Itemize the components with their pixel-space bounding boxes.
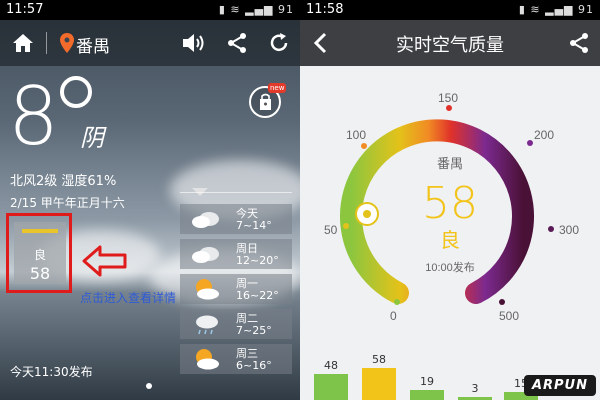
detail-hint-link[interactable]: 点击进入查看详情 bbox=[80, 289, 176, 306]
forecast-row[interactable]: 周日 12~20° bbox=[180, 239, 292, 269]
aqi-value: 58 bbox=[29, 264, 51, 283]
partly-sunny-icon bbox=[196, 349, 219, 370]
aqi-card[interactable]: 良 58 bbox=[6, 213, 72, 293]
tick-label: 100 bbox=[346, 128, 366, 142]
aqi-gauge: 0 50 100 150 200 300 500 番禺 58 良 10:00发布 bbox=[324, 91, 579, 323]
page-title: 实时空气质量 bbox=[396, 35, 504, 56]
toolbar: 实时空气质量 bbox=[300, 20, 600, 66]
history-bar-label: 58 bbox=[372, 353, 386, 367]
cloudy-icon bbox=[192, 247, 219, 263]
gauge-published: 10:00发布 bbox=[425, 260, 475, 274]
history-bar[interactable] bbox=[314, 373, 348, 400]
status-bar: 11:58 ▮ ≋ ▂▄▆ 91 bbox=[300, 0, 600, 20]
tick-label: 50 bbox=[324, 223, 338, 237]
date-lunar: 2/15 甲午年正月十六 bbox=[10, 196, 125, 210]
toolbar: 番禺 bbox=[0, 20, 300, 66]
aqi-level-bar bbox=[22, 229, 58, 233]
share-icon[interactable] bbox=[566, 30, 592, 56]
status-bar: 11:57 ▮ ≋ ▂▄▆ 91 bbox=[0, 0, 300, 20]
tick-dot bbox=[527, 140, 533, 146]
forecast-row[interactable]: 周三 6~16° bbox=[180, 344, 292, 374]
status-icons: ▮ ≋ ▂▄▆ 91 bbox=[518, 3, 594, 16]
forecast-divider bbox=[180, 192, 292, 193]
tick-label: 500 bbox=[499, 309, 519, 323]
forecast-range: 6~16° bbox=[236, 359, 272, 372]
watermark-logo: ARPUN bbox=[523, 375, 596, 396]
new-badge: new bbox=[268, 83, 287, 93]
history-bar-label: 3 bbox=[471, 382, 479, 395]
weather-condition: 阴 bbox=[80, 124, 104, 152]
forecast-range: 7~25° bbox=[236, 324, 272, 337]
battery-level: 91 bbox=[578, 3, 594, 16]
temperature: 8 bbox=[8, 70, 59, 163]
aqi-level: 良 bbox=[33, 248, 46, 262]
arrow-left-icon bbox=[82, 245, 127, 277]
aqi-card-inner: 良 58 bbox=[14, 222, 66, 284]
forecast-row[interactable]: 今天 7~14° bbox=[180, 204, 292, 234]
tick-label: 150 bbox=[438, 91, 458, 105]
status-time: 11:57 bbox=[6, 2, 44, 17]
forecast-range: 7~14° bbox=[236, 219, 272, 232]
history-bar-label: 19 bbox=[420, 374, 434, 388]
history-bar[interactable] bbox=[410, 389, 444, 400]
tick-dot bbox=[446, 105, 452, 111]
status-icons: ▮ ≋ ▂▄▆ 91 bbox=[218, 3, 294, 16]
degree-symbol bbox=[60, 76, 92, 108]
toolbar-divider bbox=[46, 32, 47, 54]
speaker-icon[interactable] bbox=[180, 30, 206, 56]
gauge-pointer-center bbox=[363, 210, 371, 218]
tick-label: 0 bbox=[390, 309, 397, 323]
weather-screen: 11:57 ▮ ≋ ▂▄▆ 91 番禺 8 阴 new 北风2级 湿度61% 2… bbox=[0, 0, 300, 400]
share-icon[interactable] bbox=[224, 30, 250, 56]
gauge-level: 良 bbox=[440, 228, 460, 252]
history-bar[interactable] bbox=[362, 368, 396, 400]
home-icon[interactable] bbox=[10, 30, 36, 56]
tick-dot bbox=[548, 226, 554, 232]
air-quality-screen: 11:58 ▮ ≋ ▂▄▆ 91 实时空气质量 0 50 100 150 200… bbox=[300, 0, 600, 400]
tick-dot bbox=[343, 223, 349, 229]
gauge-city: 番禺 bbox=[437, 156, 463, 171]
rain-icon bbox=[196, 315, 218, 335]
refresh-icon[interactable] bbox=[266, 30, 292, 56]
tick-dot bbox=[394, 299, 400, 305]
status-time: 11:58 bbox=[306, 2, 344, 17]
partly-sunny-icon bbox=[196, 279, 219, 300]
tick-dot bbox=[499, 299, 505, 305]
publish-time: 今天11:30发布 bbox=[10, 365, 93, 379]
tick-label: 300 bbox=[559, 223, 579, 237]
battery-level: 91 bbox=[278, 3, 294, 16]
forecast-range: 16~22° bbox=[236, 289, 279, 302]
city-selector[interactable]: 番禺 bbox=[76, 32, 110, 57]
tick-label: 200 bbox=[534, 128, 554, 142]
cloudy-icon bbox=[192, 212, 219, 228]
gauge-value: 58 bbox=[422, 178, 478, 229]
forecast-row[interactable]: 周一 16~22° bbox=[180, 274, 292, 304]
forecast-row[interactable]: 周二 7~25° bbox=[180, 309, 292, 339]
wind-humidity: 北风2级 湿度61% bbox=[10, 174, 117, 189]
forecast-range: 12~20° bbox=[236, 254, 279, 267]
history-bar-label: 48 bbox=[324, 358, 338, 372]
page-indicator bbox=[146, 383, 152, 389]
tick-dot bbox=[361, 143, 367, 149]
